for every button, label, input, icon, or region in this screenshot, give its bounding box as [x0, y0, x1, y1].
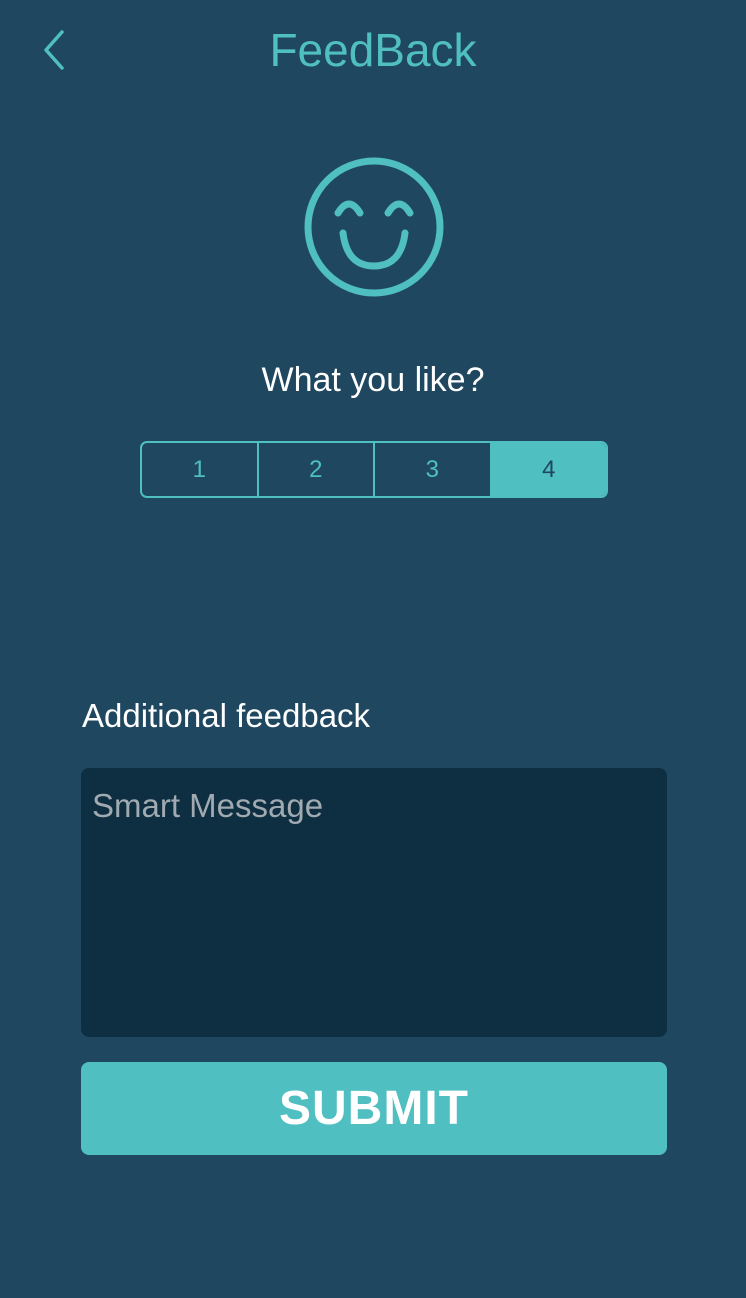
message-input[interactable] [81, 768, 667, 1037]
smiling-face-icon [304, 157, 444, 297]
rating-option-3[interactable]: 3 [375, 443, 492, 496]
page-title: FeedBack [269, 24, 477, 76]
rating-option-1[interactable]: 1 [142, 443, 259, 496]
additional-feedback-label: Additional feedback [82, 697, 371, 734]
rating-segmented-control: 1 2 3 4 [140, 441, 608, 498]
rating-option-4[interactable]: 4 [491, 443, 606, 496]
rating-question: What you like? [261, 361, 485, 399]
submit-button[interactable]: SUBMIT [81, 1062, 667, 1155]
rating-option-2[interactable]: 2 [259, 443, 375, 496]
nav-bar: FeedBack [0, 0, 746, 104]
